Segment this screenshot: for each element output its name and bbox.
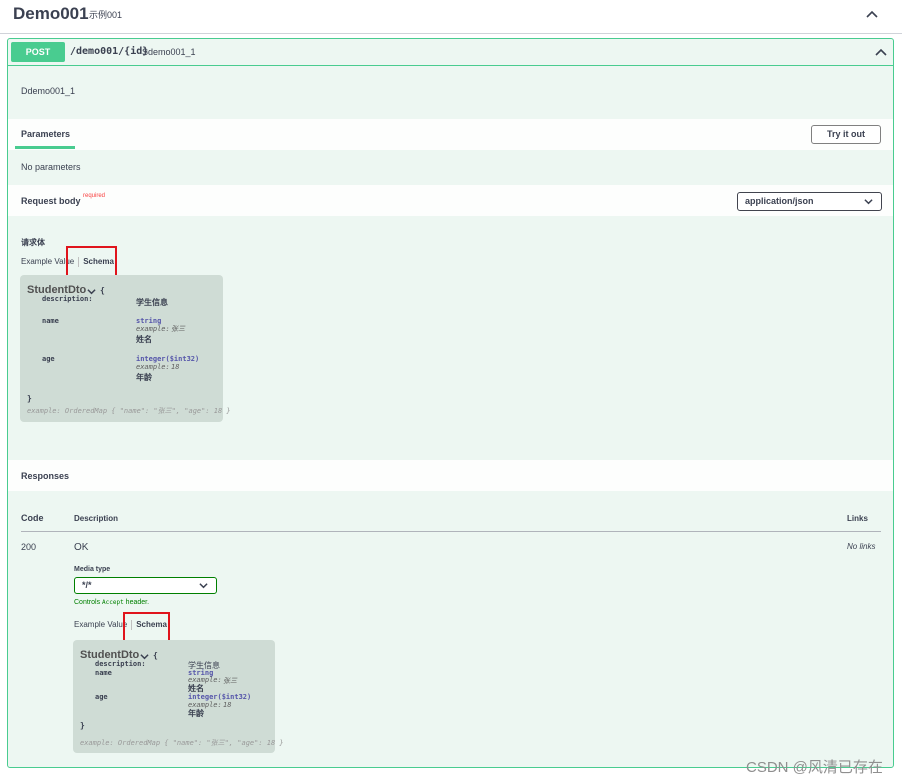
field-name-key: name: [42, 317, 59, 325]
model-description-key: description:: [42, 295, 93, 303]
chevron-up-icon[interactable]: [864, 6, 880, 22]
response-schema-model: StudentDto { description: 学生信息 name stri…: [73, 640, 284, 753]
watermark: CSDN @风清已存在: [746, 759, 883, 776]
column-code: Code: [21, 513, 44, 523]
field-name-example-value: 张三: [171, 325, 185, 333]
field-name-description: 姓名: [136, 335, 152, 344]
tag-header[interactable]: Demo001 示例001: [0, 0, 902, 34]
operation-summary-text: Sdemo001_1: [142, 47, 196, 57]
content-type-select[interactable]: application/json: [737, 192, 882, 211]
model-open-brace: {: [100, 286, 105, 295]
required-label: required: [83, 193, 106, 199]
field-age-description: 年龄: [188, 709, 204, 718]
response-code: 200: [21, 542, 37, 552]
responses-title: Responses: [21, 471, 70, 481]
highlight-box: [123, 612, 170, 642]
chevron-down-icon: [864, 199, 873, 205]
response-description: OK: [74, 542, 89, 553]
media-type-label: Media type: [74, 566, 111, 573]
field-age-key: age: [95, 693, 108, 701]
request-schema-model: StudentDto { description: 学生信息 name stri…: [20, 275, 231, 422]
operation-summary[interactable]: POST /demo001/{id} Sdemo001_1: [8, 39, 893, 66]
column-description: Description: [74, 514, 119, 523]
tab-example-value[interactable]: Example Value: [74, 620, 127, 629]
tag-description: 示例001: [89, 10, 123, 20]
controls-accept-note: Controls Accept header.: [74, 599, 149, 606]
field-name-example-label: example:: [136, 325, 170, 333]
controls-suffix: header.: [125, 599, 150, 606]
model-description-key: description:: [95, 660, 146, 668]
tab-parameters[interactable]: Parameters: [21, 129, 70, 139]
chevron-up-icon[interactable]: [874, 45, 888, 59]
responses-header: Responses: [8, 460, 893, 491]
field-age-example-value: 18: [171, 363, 180, 371]
model-description-value: 学生信息: [136, 298, 168, 307]
field-age-key: age: [42, 355, 55, 363]
operation-block: POST /demo001/{id} Sdemo001_1 Ddemo001_1…: [7, 38, 894, 768]
field-age-type: integer($int32): [136, 355, 200, 363]
operation-path: /demo001/{id}: [70, 46, 149, 57]
no-parameters-text: No parameters: [21, 162, 81, 172]
tab-active-indicator: [15, 146, 75, 149]
model-open-brace: {: [153, 651, 158, 660]
model-close-brace: }: [80, 721, 85, 730]
try-it-out-button[interactable]: Try it out: [811, 125, 881, 144]
method-badge: POST: [11, 42, 65, 62]
field-age-type: integer($int32): [188, 693, 252, 701]
response-links: No links: [847, 542, 876, 551]
model-example-line: example: OrderedMap { "name": "张三", "age…: [80, 739, 284, 747]
request-body-title: Request body: [21, 196, 81, 206]
controls-prefix: Controls: [74, 599, 101, 606]
request-body-label: 请求体: [21, 238, 45, 247]
media-type-select[interactable]: */*: [74, 577, 217, 594]
responses-divider: [21, 531, 881, 532]
column-links: Links: [847, 514, 868, 523]
parameters-header: Parameters Try it out: [8, 119, 893, 150]
model-example-line: example: OrderedMap { "name": "张三", "age…: [27, 407, 231, 415]
media-type-value: */*: [82, 580, 92, 590]
tag-title: Demo001: [13, 4, 89, 23]
field-name-example-value: 张三: [223, 677, 237, 685]
operation-description: Ddemo001_1: [21, 86, 76, 96]
content-type-value: application/json: [745, 196, 814, 206]
field-age-example-value: 18: [223, 701, 232, 709]
request-body-header: Request body required application/json: [8, 185, 893, 216]
field-age-description: 年龄: [136, 373, 152, 382]
field-name-type: string: [136, 317, 162, 325]
model-close-brace: }: [27, 394, 32, 403]
field-name-key: name: [95, 669, 112, 677]
field-age-example-label: example:: [136, 363, 170, 371]
chevron-down-icon: [199, 583, 208, 589]
controls-code: Accept: [102, 599, 124, 606]
